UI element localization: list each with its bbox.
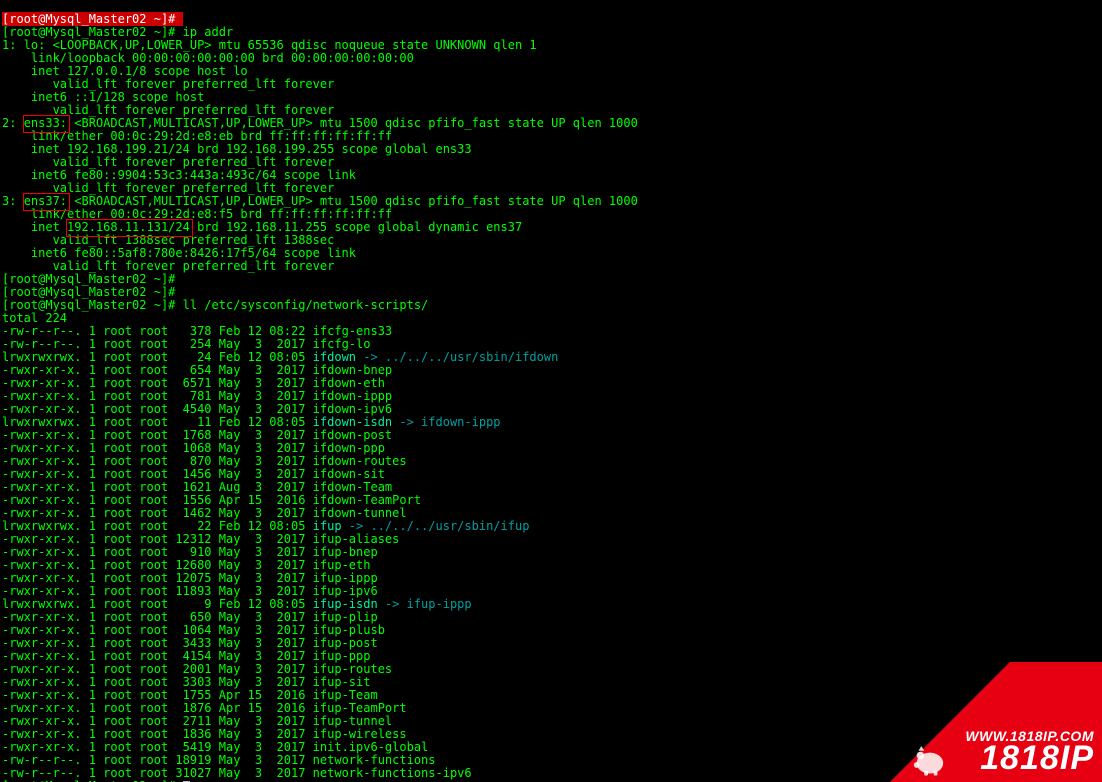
file-row: -rwxr-xr-x. 1 root root 6571 May 3 2017 … <box>2 376 385 390</box>
file-name: ifdown-ippp <box>313 389 392 403</box>
file-row: -rwxr-xr-x. 1 root root 1876 Apr 15 2016… <box>2 701 407 715</box>
file-row: lrwxrwxrwx. 1 root root 9 Feb 12 08:05 i… <box>2 597 472 611</box>
file-row: -rwxr-xr-x. 1 root root 1836 May 3 2017 … <box>2 727 407 741</box>
file-name: ifup-isdn <box>313 597 378 611</box>
if3-link: link/ether 00:0c:29:2d:e8:f5 brd ff:ff:f… <box>2 207 392 221</box>
file-name: ifup-tunnel <box>313 714 392 728</box>
file-row: -rwxr-xr-x. 1 root root 1621 Aug 3 2017 … <box>2 480 392 494</box>
file-row: -rwxr-xr-x. 1 root root 654 May 3 2017 i… <box>2 363 392 377</box>
link-target: -> ../../../usr/sbin/ifdown <box>356 350 558 364</box>
file-name: ifdown-ppp <box>313 441 385 455</box>
file-name: ifdown-tunnel <box>313 506 407 520</box>
file-name: ifcfg-lo <box>313 337 371 351</box>
file-name: ifdown-bnep <box>313 363 392 377</box>
file-name: ifup-ippp <box>313 571 378 585</box>
if3-valid6: valid_lft forever preferred_lft forever <box>2 259 334 273</box>
file-row: -rwxr-xr-x. 1 root root 650 May 3 2017 i… <box>2 610 378 624</box>
if2-valid6: valid_lft forever preferred_lft forever <box>2 181 334 195</box>
file-name: ifup-bnep <box>313 545 378 559</box>
file-row: -rwxr-xr-x. 1 root root 11893 May 3 2017… <box>2 584 378 598</box>
file-name: ifdown-isdn <box>313 415 392 429</box>
if1-head: 1: lo: <LOOPBACK,UP,LOWER_UP> mtu 65536 … <box>2 38 537 52</box>
link-target: -> ../../../usr/sbin/ifup <box>342 519 530 533</box>
file-row: -rwxr-xr-x. 1 root root 12680 May 3 2017… <box>2 558 370 572</box>
link-target: -> ifdown-ippp <box>392 415 500 429</box>
file-name: ifdown-TeamPort <box>313 493 421 507</box>
file-name: ifup-TeamPort <box>313 701 407 715</box>
prompt-ll: [root@Mysql_Master02 ~]# ll /etc/sysconf… <box>2 298 428 312</box>
file-name: ifup-plip <box>313 610 378 624</box>
file-row: -rwxr-xr-x. 1 root root 1456 May 3 2017 … <box>2 467 385 481</box>
file-name: ifup-Team <box>313 688 378 702</box>
file-name: ifup-routes <box>313 662 392 676</box>
if3-head: 3: ens37: <BROADCAST,MULTICAST,UP,LOWER_… <box>2 194 638 208</box>
if2-inet: inet 192.168.199.21/24 brd 192.168.199.2… <box>2 142 472 156</box>
file-name: ifup-aliases <box>313 532 400 546</box>
file-name: ifup-plusb <box>313 623 385 637</box>
prompt-empty-2: [root@Mysql_Master02 ~]# <box>2 285 183 299</box>
file-name: ifup-eth <box>313 558 371 572</box>
file-row: -rwxr-xr-x. 1 root root 12075 May 3 2017… <box>2 571 378 585</box>
if3-inet6: inet6 fe80::5af8:780e:8426:17f5/64 scope… <box>2 246 363 260</box>
file-row: -rw-r--r--. 1 root root 378 Feb 12 08:22… <box>2 324 392 338</box>
file-name: ifup <box>313 519 342 533</box>
file-row: -rwxr-xr-x. 1 root root 870 May 3 2017 i… <box>2 454 407 468</box>
file-row: -rwxr-xr-x. 1 root root 1755 Apr 15 2016… <box>2 688 378 702</box>
file-name: init.ipv6-global <box>313 740 429 754</box>
file-name: ifdown-routes <box>313 454 407 468</box>
file-row: lrwxrwxrwx. 1 root root 22 Feb 12 08:05 … <box>2 519 529 533</box>
if1-link: link/loopback 00:00:00:00:00:00 brd 00:0… <box>2 51 414 65</box>
file-row: -rwxr-xr-x. 1 root root 12312 May 3 2017… <box>2 532 399 546</box>
if1-valid: valid_lft forever preferred_lft forever <box>2 77 334 91</box>
file-name: ifdown-Team <box>313 480 392 494</box>
top-truncated-line: [root@Mysql_Master02 ~]# <box>2 12 183 26</box>
file-name: ifup-post <box>313 636 378 650</box>
if1-inet6: inet6 ::1/128 scope host <box>2 90 212 104</box>
file-row: -rwxr-xr-x. 1 root root 1068 May 3 2017 … <box>2 441 385 455</box>
if3-inet: inet 192.168.11.131/24 brd 192.168.11.25… <box>2 220 522 234</box>
file-name: ifdown-ipv6 <box>313 402 392 416</box>
file-row: -rwxr-xr-x. 1 root root 2001 May 3 2017 … <box>2 662 392 676</box>
file-name: network-functions-ipv6 <box>313 766 472 780</box>
file-row: -rwxr-xr-x. 1 root root 5419 May 3 2017 … <box>2 740 428 754</box>
total-line: total 224 <box>2 311 67 325</box>
file-row: -rwxr-xr-x. 1 root root 4154 May 3 2017 … <box>2 649 370 663</box>
file-name: ifdown-sit <box>313 467 385 481</box>
link-target: -> ifup-ippp <box>378 597 472 611</box>
if1-valid6: valid_lft forever preferred_lft forever <box>2 103 334 117</box>
file-row: -rwxr-xr-x. 1 root root 1768 May 3 2017 … <box>2 428 392 442</box>
file-row: -rwxr-xr-x. 1 root root 781 May 3 2017 i… <box>2 389 392 403</box>
file-name: ifup-wireless <box>313 727 407 741</box>
file-name: network-functions <box>313 753 436 767</box>
file-row: -rwxr-xr-x. 1 root root 3303 May 3 2017 … <box>2 675 370 689</box>
if3-valid: valid_lft 1388sec preferred_lft 1388sec <box>2 233 334 247</box>
file-row: -rwxr-xr-x. 1 root root 3433 May 3 2017 … <box>2 636 378 650</box>
prompt-empty-1: [root@Mysql_Master02 ~]# <box>2 272 183 286</box>
file-row: -rw-r--r--. 1 root root 18919 May 3 2017… <box>2 753 436 767</box>
terminal-output[interactable]: [root@Mysql_Master02 ~]# [root@Mysql_Mas… <box>0 0 1102 782</box>
file-row: lrwxrwxrwx. 1 root root 24 Feb 12 08:05 … <box>2 350 558 364</box>
if2-inet6: inet6 fe80::9904:53c3:443a:493c/64 scope… <box>2 168 363 182</box>
file-row: -rwxr-xr-x. 1 root root 910 May 3 2017 i… <box>2 545 378 559</box>
file-name: ifdown-eth <box>313 376 385 390</box>
file-row: -rwxr-xr-x. 1 root root 1462 May 3 2017 … <box>2 506 407 520</box>
file-row: -rw-r--r--. 1 root root 254 May 3 2017 i… <box>2 337 370 351</box>
prompt-line-1: [root@Mysql_Master02 ~]# ip addr <box>2 25 233 39</box>
file-row: -rwxr-xr-x. 1 root root 1064 May 3 2017 … <box>2 623 385 637</box>
file-row: -rwxr-xr-x. 1 root root 2711 May 3 2017 … <box>2 714 392 728</box>
file-name: ifdown <box>313 350 356 364</box>
if1-inet: inet 127.0.0.1/8 scope host lo <box>2 64 248 78</box>
file-row: -rwxr-xr-x. 1 root root 4540 May 3 2017 … <box>2 402 392 416</box>
file-name: ifdown-post <box>313 428 392 442</box>
file-row: lrwxrwxrwx. 1 root root 11 Feb 12 08:05 … <box>2 415 501 429</box>
file-row: -rw-r--r--. 1 root root 31027 May 3 2017… <box>2 766 472 780</box>
file-name: ifup-ppp <box>313 649 371 663</box>
file-name: ifcfg-ens33 <box>313 324 392 338</box>
if2-valid: valid_lft forever preferred_lft forever <box>2 155 334 169</box>
file-row: -rwxr-xr-x. 1 root root 1556 Apr 15 2016… <box>2 493 421 507</box>
if2-link: link/ether 00:0c:29:2d:e8:eb brd ff:ff:f… <box>2 129 392 143</box>
file-name: ifup-sit <box>313 675 371 689</box>
file-name: ifup-ipv6 <box>313 584 378 598</box>
if2-head: 2: ens33: <BROADCAST,MULTICAST,UP,LOWER_… <box>2 116 638 130</box>
